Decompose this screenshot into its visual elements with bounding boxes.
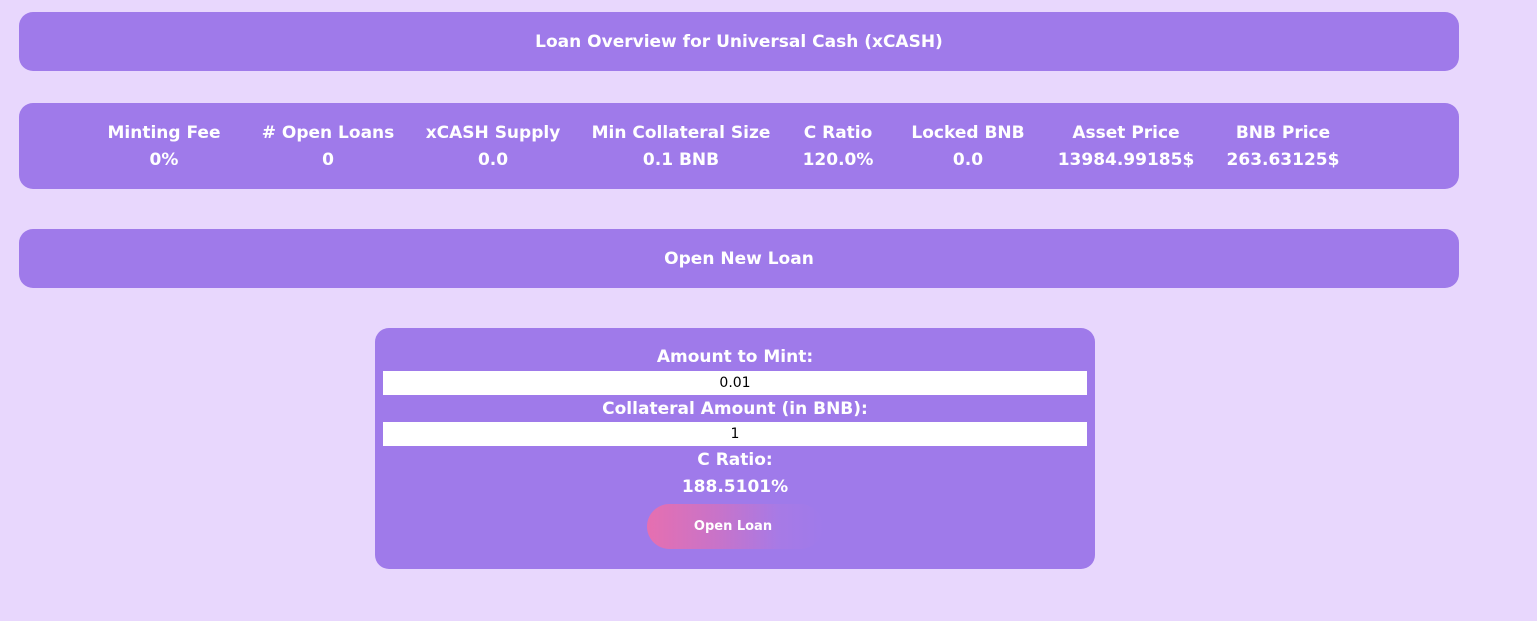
stat-label: BNB Price: [1235, 123, 1331, 143]
stat-asset-price: Asset Price 13984.99185$: [1058, 122, 1195, 171]
page-title: Loan Overview for Universal Cash (xCASH): [535, 31, 943, 52]
open-loan-button-label: Open Loan: [693, 519, 773, 534]
stat-label: xCASH Supply: [425, 123, 561, 143]
open-new-loan-header: Open New Loan: [19, 229, 1459, 288]
stat-value: 13984.99185$: [1057, 150, 1195, 170]
c-ratio-label: C Ratio:: [697, 450, 773, 470]
stat-open-loans: # Open Loans 0: [262, 122, 395, 171]
collateral-amount-label: Collateral Amount (in BNB):: [602, 399, 868, 419]
stat-value: 0.0: [477, 150, 509, 170]
stat-min-collateral-size: Min Collateral Size 0.1 BNB: [592, 122, 771, 171]
stat-label: Min Collateral Size: [591, 123, 771, 143]
stat-value: 0.1 BNB: [642, 150, 720, 170]
stat-label: C Ratio: [803, 123, 873, 143]
stat-locked-bnb: Locked BNB 0.0: [911, 122, 1024, 171]
stat-c-ratio: C Ratio 120.0%: [803, 122, 874, 171]
stat-label: Asset Price: [1072, 123, 1180, 143]
loan-overview-header: Loan Overview for Universal Cash (xCASH): [19, 12, 1459, 71]
stat-xcash-supply: xCASH Supply 0.0: [426, 122, 561, 171]
stat-value: 263.63125$: [1226, 150, 1340, 170]
stat-label: # Open Loans: [261, 123, 395, 143]
stat-value: 120.0%: [802, 150, 874, 170]
stat-minting-fee: Minting Fee 0%: [108, 122, 221, 171]
amount-to-mint-input[interactable]: [383, 371, 1087, 395]
stats-bar: Minting Fee 0% # Open Loans 0 xCASH Supp…: [19, 103, 1459, 189]
stat-bnb-price: BNB Price 263.63125$: [1227, 122, 1340, 171]
c-ratio-value: 188.5101%: [681, 477, 789, 497]
section-title: Open New Loan: [664, 248, 814, 269]
collateral-amount-input[interactable]: [383, 422, 1087, 446]
open-loan-form: Amount to Mint: Collateral Amount (in BN…: [375, 328, 1095, 569]
stat-value: 0%: [149, 150, 179, 170]
open-loan-button[interactable]: Open Loan: [647, 504, 823, 549]
stat-value: 0.0: [952, 150, 984, 170]
stat-label: Minting Fee: [107, 123, 221, 143]
stat-value: 0: [322, 150, 334, 170]
stat-label: Locked BNB: [911, 123, 1025, 143]
amount-to-mint-label: Amount to Mint:: [656, 347, 814, 367]
